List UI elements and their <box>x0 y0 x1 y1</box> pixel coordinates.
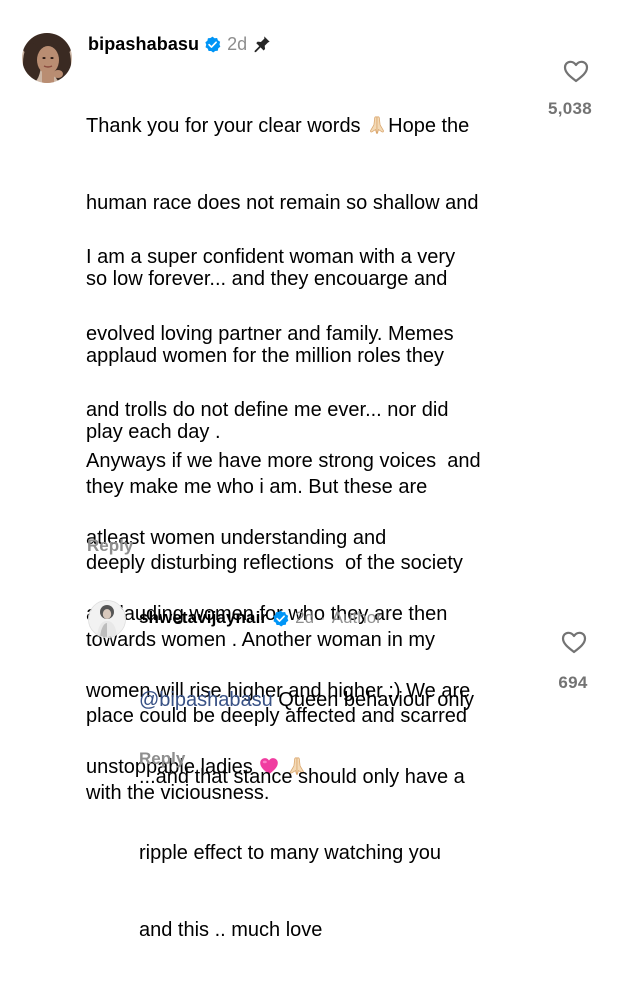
comment-text-line: ...and that stance should only have a <box>139 765 465 788</box>
comment-text-line: I am a super confident woman with a very <box>86 246 456 268</box>
comment-text-line: ripple effect to many watching you <box>139 842 442 864</box>
comment-text-line: atleast women understanding and <box>86 526 387 549</box>
verified-badge-icon <box>272 610 289 627</box>
like-column <box>553 57 599 85</box>
pin-icon <box>253 35 271 53</box>
comment-text-line: Anyways if we have more strong voices an… <box>86 450 481 472</box>
heart-outline-icon[interactable] <box>562 57 590 85</box>
comment-text-line: and this .. much love <box>139 918 323 941</box>
avatar-photo <box>89 601 125 637</box>
heart-outline-icon[interactable] <box>560 628 588 656</box>
timestamp[interactable]: 2d <box>295 608 314 628</box>
author-label: Author <box>331 608 382 627</box>
verified-badge-icon <box>204 36 221 53</box>
separator-dot: · <box>320 608 326 627</box>
like-count[interactable]: 5,038 <box>540 99 600 119</box>
comment-header: bipashabasu 2d <box>88 33 271 55</box>
reply-button[interactable]: Reply <box>87 536 133 556</box>
reply-button[interactable]: Reply <box>139 749 185 769</box>
comment-paragraph: @bipashabasu Queen behaviour only ...and… <box>139 637 474 994</box>
comment-text-line: evolved loving partner and family. Memes <box>86 322 454 345</box>
comment-text-line: Thank you for your clear words Hope the <box>86 114 470 137</box>
avatar[interactable] <box>88 600 126 638</box>
avatar-photo <box>22 33 72 83</box>
folded-hands-emoji <box>366 114 388 136</box>
comment-header: shwetavijaynair 2d · Author <box>139 607 382 629</box>
username[interactable]: bipashabasu <box>88 33 199 55</box>
like-count[interactable]: 694 <box>543 673 603 693</box>
username[interactable]: shwetavijaynair <box>139 607 267 629</box>
mention-link[interactable]: @bipashabasu <box>139 689 273 711</box>
like-column <box>560 628 588 656</box>
avatar[interactable] <box>22 33 72 83</box>
timestamp[interactable]: 2d <box>227 34 247 55</box>
comment-text-line: @bipashabasu Queen behaviour only <box>139 689 474 711</box>
